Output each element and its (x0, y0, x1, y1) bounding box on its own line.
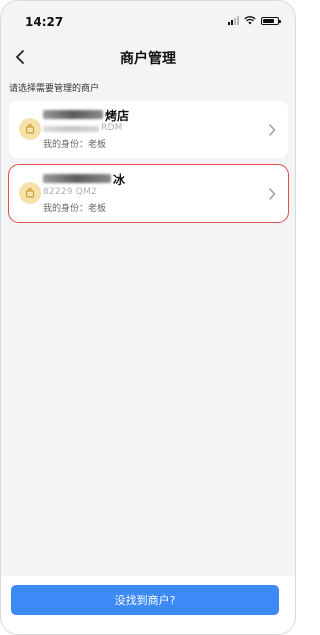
status-icons (228, 16, 281, 25)
battery-icon (261, 16, 281, 25)
signal-icon (228, 16, 239, 25)
merchant-card-2[interactable]: 冰 82229 QM2 我的身份：老板 (8, 164, 289, 223)
status-time: 14:27 (25, 15, 64, 29)
wifi-icon (244, 16, 256, 25)
page-title: 商户管理 (120, 51, 176, 67)
merchant-role: 我的身份：老板 (43, 140, 107, 150)
merchant-code: 82229 QM2 (43, 187, 97, 197)
bottom-bar: 没找到商户? (1, 576, 295, 634)
redacted-name (43, 110, 103, 119)
store-icon (19, 118, 41, 140)
redacted-name (43, 174, 111, 183)
merchant-name: 烤店 (105, 109, 130, 123)
store-icon (19, 182, 41, 204)
merchant-code: RDM (101, 123, 123, 133)
merchant-role: 我的身份：老板 (43, 204, 107, 214)
chevron-right-icon (269, 188, 276, 200)
hint-text: 请选择需要管理的商户 (9, 84, 100, 94)
redacted-code (43, 126, 99, 132)
chevron-right-icon (269, 124, 276, 136)
merchant-not-found-button[interactable]: 没找到商户? (11, 585, 279, 615)
status-bar: 14:27 (1, 1, 295, 39)
merchant-name: 冰 (113, 173, 126, 187)
merchant-card-1[interactable]: 烤店 RDM 我的身份：老板 (9, 101, 288, 158)
phone-frame: 14:27 商户管理 请选择需要管理的商户 烤店 RDM 我的身份：老板 冰 8… (0, 0, 296, 635)
nav-bar: 商户管理 (1, 39, 295, 75)
